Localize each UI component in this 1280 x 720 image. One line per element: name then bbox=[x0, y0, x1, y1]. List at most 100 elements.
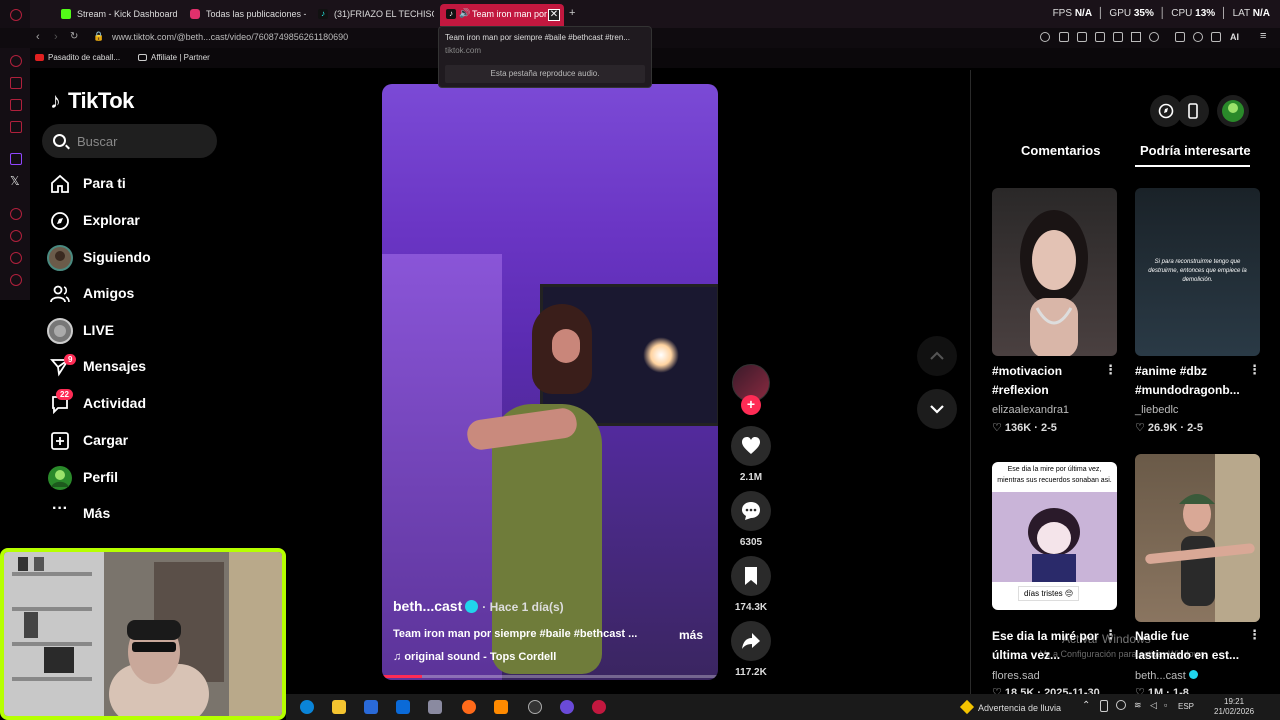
heart-icon[interactable] bbox=[1149, 32, 1159, 42]
card-user[interactable]: _liebedlc bbox=[1135, 404, 1178, 416]
menu-icon[interactable]: ≡ bbox=[1260, 30, 1266, 42]
mobile-app-button[interactable] bbox=[1177, 95, 1209, 127]
sidebar-item-mensajes[interactable]: 9 Mensajes bbox=[48, 352, 228, 382]
edge-icon[interactable] bbox=[300, 700, 314, 714]
reload-icon[interactable]: ↻ bbox=[70, 31, 78, 42]
sidebar-item-mas[interactable]: ··· Más bbox=[48, 499, 228, 529]
bookmark-pasadito[interactable]: Pasadito de caball... bbox=[35, 53, 120, 62]
username-text[interactable]: beth...cast bbox=[393, 598, 462, 614]
clock-date: 21/02/2026 bbox=[1214, 707, 1255, 716]
card-title[interactable]: #motivacion #reflexion bbox=[992, 362, 1102, 400]
user-avatar-button[interactable] bbox=[1217, 95, 1249, 127]
extensions-icon[interactable] bbox=[10, 252, 22, 264]
twitch-icon[interactable] bbox=[10, 153, 22, 165]
video-card-thumbnail[interactable]: Si para reconstruirme tengo que destruir… bbox=[1135, 188, 1260, 356]
sidebar-item-para-ti[interactable]: Para ti bbox=[48, 169, 228, 199]
sidebar-item-amigos[interactable]: Amigos bbox=[48, 279, 228, 309]
play-icon[interactable] bbox=[1131, 32, 1141, 42]
discord-icon[interactable] bbox=[560, 700, 574, 714]
tiktok-logo[interactable]: ♪ TikTok bbox=[50, 88, 134, 114]
volume-icon[interactable]: ◁ bbox=[1150, 700, 1157, 711]
more-options-icon[interactable]: ⋮ bbox=[1248, 362, 1261, 378]
instagram-icon[interactable] bbox=[10, 121, 22, 133]
video-card-thumbnail[interactable] bbox=[992, 188, 1117, 356]
video-card-thumbnail[interactable] bbox=[1135, 454, 1260, 622]
zoom-icon[interactable] bbox=[1040, 32, 1050, 42]
tab-friazo[interactable]: ♪ (31)FRIAZO EL TECHISOR bbox=[312, 4, 434, 26]
opera-gx-icon[interactable] bbox=[592, 700, 606, 714]
tab-kick-dashboard[interactable]: Stream - Kick Dashboard bbox=[55, 4, 183, 26]
share-button[interactable] bbox=[731, 621, 771, 661]
messenger-icon[interactable] bbox=[10, 99, 22, 111]
network-icon[interactable] bbox=[1116, 700, 1126, 710]
video-progress-bar[interactable] bbox=[382, 675, 718, 678]
video-player[interactable]: beth...cast · Hace 1 día(s) Team iron man… bbox=[382, 84, 718, 680]
sidebar-item-actividad[interactable]: 22 Actividad bbox=[48, 389, 228, 419]
wallet-icon[interactable] bbox=[10, 77, 22, 89]
video-sound[interactable]: ♫ original sound - Tops Cordell bbox=[393, 651, 556, 663]
x-icon[interactable]: 𝕏 bbox=[10, 174, 20, 188]
more-options-icon[interactable]: ⋮ bbox=[1248, 627, 1261, 643]
card-user[interactable]: beth...cast bbox=[1135, 670, 1198, 682]
download-icon[interactable] bbox=[1211, 32, 1221, 42]
card-user-name[interactable]: beth...cast bbox=[1135, 670, 1186, 682]
calculator-icon[interactable] bbox=[364, 700, 378, 714]
video-card-thumbnail[interactable]: Ese dia la mire por última vez, mientras… bbox=[992, 462, 1117, 610]
progress-fill bbox=[382, 675, 423, 678]
bookmark-affiliate[interactable]: Affiliate | Partner bbox=[138, 53, 210, 62]
firefox-icon[interactable] bbox=[462, 700, 476, 714]
shield-icon[interactable] bbox=[1095, 32, 1105, 42]
translate-icon[interactable] bbox=[1113, 32, 1123, 42]
weather-widget[interactable]: Advertencia de lluvia bbox=[959, 699, 1061, 715]
card-title[interactable]: #anime #dbz #mundodragonb... bbox=[1135, 362, 1245, 400]
wifi-icon[interactable]: ≋ bbox=[1134, 700, 1142, 711]
notification-icon[interactable]: ▫ bbox=[1164, 700, 1167, 710]
ai-button[interactable]: AI bbox=[1230, 32, 1239, 42]
previous-video-button[interactable] bbox=[917, 336, 957, 376]
tab-publicaciones[interactable]: Todas las publicaciones - bbox=[184, 4, 306, 26]
video-username[interactable]: beth...cast · Hace 1 día(s) bbox=[393, 598, 564, 614]
snapshot-icon[interactable] bbox=[1077, 32, 1087, 42]
more-options-icon[interactable]: ⋮ bbox=[1104, 362, 1117, 378]
bookmark-page-icon[interactable] bbox=[1059, 32, 1069, 42]
player-icon[interactable] bbox=[10, 208, 22, 220]
app-icon[interactable] bbox=[428, 700, 442, 714]
forward-icon[interactable]: › bbox=[54, 31, 58, 43]
battery-icon[interactable] bbox=[1100, 700, 1108, 712]
save-button[interactable] bbox=[731, 556, 771, 596]
system-clock[interactable]: 19:21 21/02/2026 bbox=[1214, 697, 1254, 717]
search-input[interactable]: Buscar bbox=[42, 124, 217, 158]
card-user[interactable]: elizaalexandra1 bbox=[992, 404, 1069, 416]
sidebar-item-live[interactable]: LIVE bbox=[47, 316, 228, 346]
sidebar-item-explorar[interactable]: Explorar bbox=[48, 206, 228, 236]
profile-icon[interactable] bbox=[1193, 32, 1203, 42]
settings-icon[interactable] bbox=[10, 274, 22, 286]
outlook-icon[interactable] bbox=[396, 700, 410, 714]
back-icon[interactable]: ‹ bbox=[36, 31, 40, 43]
new-tab-button[interactable]: + bbox=[569, 7, 575, 19]
sidebar-item-siguiendo[interactable]: Siguiendo bbox=[47, 243, 228, 273]
vlc-icon[interactable] bbox=[494, 700, 508, 714]
extensions-icon[interactable] bbox=[1175, 32, 1185, 42]
language-indicator[interactable]: ESP bbox=[1178, 702, 1194, 711]
tab-comentarios[interactable]: Comentarios bbox=[1021, 143, 1100, 158]
next-video-button[interactable] bbox=[917, 389, 957, 429]
more-link[interactable]: más bbox=[679, 628, 703, 642]
sidebar-item-perfil[interactable]: Perfil bbox=[48, 463, 228, 493]
card-user[interactable]: flores.sad bbox=[992, 670, 1040, 682]
close-tab-icon[interactable]: ✕ bbox=[548, 9, 560, 21]
tab-team-iron-man[interactable]: ♪ 🔊 Team iron man por ✕ bbox=[440, 4, 564, 26]
card-title[interactable]: Nadie fue lastimado en est... bbox=[1135, 627, 1245, 665]
sidebar-item-cargar[interactable]: Cargar bbox=[48, 426, 228, 456]
chevron-up-icon[interactable]: ⌃ bbox=[1082, 700, 1090, 711]
opera-icon[interactable] bbox=[10, 9, 22, 21]
history-icon[interactable] bbox=[10, 230, 22, 242]
obs-icon[interactable] bbox=[528, 700, 542, 714]
sidebar-icon[interactable] bbox=[10, 55, 22, 67]
tab-podria-interesarte[interactable]: Podría interesarte bbox=[1140, 143, 1251, 158]
like-button[interactable] bbox=[731, 426, 771, 466]
file-explorer-icon[interactable] bbox=[332, 700, 346, 714]
url-field[interactable]: www.tiktok.com/@beth...cast/video/760874… bbox=[112, 32, 348, 42]
follow-button[interactable]: + bbox=[741, 395, 761, 415]
comment-button[interactable] bbox=[731, 491, 771, 531]
